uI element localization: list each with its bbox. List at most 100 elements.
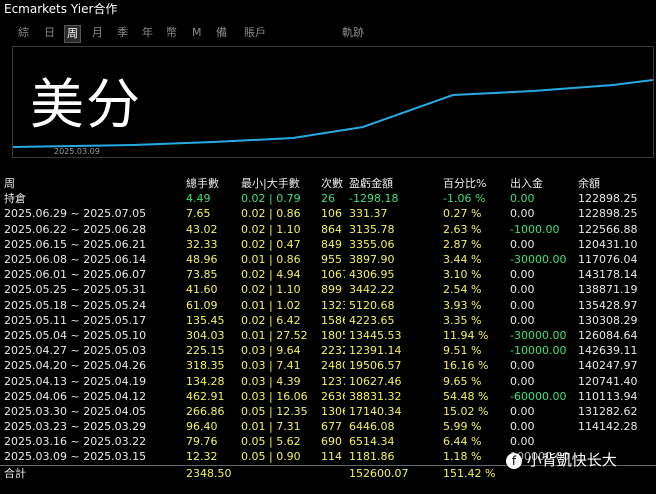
cell-week: 2025.03.30 ~ 2025.04.05: [4, 404, 147, 418]
cell-profit: 10627.46: [349, 374, 402, 388]
cell-total-lots: 4.49: [186, 192, 211, 206]
cell-deposit-withdraw: 0.00: [510, 237, 535, 251]
chart-date-label: 2025.03.09: [54, 147, 100, 156]
cell-min-max-lots: 0.02 | 4.94: [241, 268, 301, 282]
table-row[interactable]: 2025.04.06 ~ 2025.04.12 462.91 0.03 | 16.0…: [0, 389, 656, 404]
cell-week: 2025.05.04 ~ 2025.05.10: [4, 328, 147, 342]
cell-profit: 19506.57: [349, 359, 402, 373]
watermark: f 小背凱快长大: [506, 449, 617, 470]
cell-min-max-lots: 0.03 | 4.39: [241, 374, 301, 388]
cell-min-max-lots: 0.02 | 0.79: [241, 192, 301, 206]
cell-total-lots: 135.45: [186, 313, 225, 327]
tab-day[interactable]: 日: [42, 25, 57, 41]
tab-currency[interactable]: 幣: [164, 25, 179, 41]
col-percent[interactable]: 百分比%: [439, 176, 506, 191]
cell-profit: 3442.22: [349, 283, 395, 297]
cell-min-max-lots: 0.01 | 27.52: [241, 328, 308, 342]
cell-min-max-lots: 0.05 | 5.62: [241, 435, 301, 449]
col-total-lots[interactable]: 總手數: [182, 176, 237, 191]
cell-profit: 4306.95: [349, 268, 395, 282]
table-row[interactable]: 2025.06.22 ~ 2025.06.28 43.02 0.02 | 1.10 8…: [0, 222, 656, 237]
col-week[interactable]: 周: [0, 176, 182, 191]
col-profit[interactable]: 盈虧金額: [345, 176, 439, 191]
col-deposit-withdraw[interactable]: 出入金: [506, 176, 574, 191]
cell-count: 26: [321, 192, 335, 206]
cell-percent: 9.51 %: [443, 344, 482, 358]
cell-profit: 4223.65: [349, 313, 395, 327]
cell-total-lots: 48.96: [186, 253, 218, 267]
cell-deposit-withdraw: 0.00: [510, 420, 535, 434]
cell-percent: 6.44 %: [443, 435, 482, 449]
cell-count: 1237: [321, 374, 345, 388]
cell-min-max-lots: 0.03 | 7.41: [241, 359, 301, 373]
cell-profit: 17140.34: [349, 404, 402, 418]
cell-total-lots: 318.35: [186, 359, 225, 373]
cell-total-lots: 225.15: [186, 344, 225, 358]
tab-overview[interactable]: 綜: [16, 25, 31, 41]
cell-min-max-lots: 0.02 | 0.86: [241, 207, 301, 221]
cell-total-lots: 73.85: [186, 268, 218, 282]
cell-week: 2025.04.20 ~ 2025.04.26: [4, 359, 147, 373]
cell-percent: 151.42 %: [439, 464, 506, 481]
cell-profit: 6446.08: [349, 420, 395, 434]
cell-count: 899: [321, 283, 342, 297]
cell-total-lots: 61.09: [186, 298, 218, 312]
tab-notes[interactable]: 備: [214, 25, 229, 41]
cell-min-max-lots: 0.03 | 16.06: [241, 389, 308, 403]
cell-balance: 135428.97: [578, 298, 638, 312]
cell-total-lots: 134.28: [186, 374, 225, 388]
cell-percent: 0.27 %: [443, 207, 482, 221]
cell-percent: 2.63 %: [443, 222, 482, 236]
cell-week: 2025.06.22 ~ 2025.06.28: [4, 222, 147, 236]
table-row[interactable]: 2025.05.11 ~ 2025.05.17 135.45 0.02 | 6.42…: [0, 313, 656, 328]
table-row[interactable]: 2025.06.01 ~ 2025.06.07 73.85 0.02 | 4.94 1…: [0, 267, 656, 282]
cell-percent: 16.16 %: [443, 359, 489, 373]
cell-profit: 3135.78: [349, 222, 395, 236]
table-row[interactable]: 2025.05.04 ~ 2025.05.10 304.03 0.01 | 27.5…: [0, 328, 656, 343]
col-min-max-lots[interactable]: 最小|大手數: [237, 176, 317, 191]
table-row[interactable]: 2025.06.08 ~ 2025.06.14 48.96 0.01 | 0.86 9…: [0, 252, 656, 267]
table-row[interactable]: 2025.04.13 ~ 2025.04.19 134.28 0.03 | 4.39…: [0, 373, 656, 388]
table-row[interactable]: 2025.06.29 ~ 2025.07.05 7.65 0.02 | 0.86 10…: [0, 206, 656, 221]
tab-week[interactable]: 周: [64, 25, 81, 43]
tab-year[interactable]: 年: [140, 25, 155, 41]
cell-total-lots: 2348.50: [182, 464, 237, 481]
table-row[interactable]: 2025.05.18 ~ 2025.05.24 61.09 0.01 | 1.02 1…: [0, 298, 656, 313]
cell-percent: 11.94 %: [443, 328, 489, 342]
table-row[interactable]: 2025.04.20 ~ 2025.04.26 318.35 0.03 | 7.41…: [0, 358, 656, 373]
table-row[interactable]: 2025.03.23 ~ 2025.03.29 96.40 0.01 | 7.31 6…: [0, 419, 656, 434]
cell-week: 2025.04.13 ~ 2025.04.19: [4, 374, 147, 388]
cell-min-max-lots: 0.02 | 1.10: [241, 222, 301, 236]
table-row[interactable]: 2025.03.16 ~ 2025.03.22 79.76 0.05 | 5.62 6…: [0, 434, 656, 449]
tab-quarter[interactable]: 季: [115, 25, 130, 41]
cell-profit: 38831.32: [349, 389, 402, 403]
cell-count: 2636: [321, 389, 345, 403]
cell-profit: 1181.86: [349, 450, 395, 464]
table-row[interactable]: 2025.03.30 ~ 2025.04.05 266.86 0.05 | 12.3…: [0, 404, 656, 419]
cell-week: 2025.06.01 ~ 2025.06.07: [4, 268, 147, 282]
tab-month[interactable]: 月: [90, 25, 105, 41]
cell-balance: 138871.19: [578, 283, 638, 297]
tab-track[interactable]: 軌跡: [340, 25, 366, 41]
table-row[interactable]: 2025.06.15 ~ 2025.06.21 32.33 0.02 | 0.47 8…: [0, 237, 656, 252]
cell-balance: 110113.94: [578, 389, 638, 403]
cell-balance: 131282.62: [578, 404, 638, 418]
tab-account[interactable]: 賬戶: [242, 25, 268, 41]
col-count[interactable]: 次數: [317, 176, 345, 191]
cell-count: 2480: [321, 359, 345, 373]
table-row[interactable]: 2025.04.27 ~ 2025.05.03 225.15 0.03 | 9.64…: [0, 343, 656, 358]
tab-m[interactable]: M: [190, 25, 204, 41]
cell-percent: 3.93 %: [443, 298, 482, 312]
cell-week: 2025.06.15 ~ 2025.06.21: [4, 237, 147, 251]
cell-balance: 120431.10: [578, 237, 638, 251]
cell-week: 2025.04.27 ~ 2025.05.03: [4, 344, 147, 358]
cell-balance: 120741.40: [578, 374, 638, 388]
cell-week: 2025.06.08 ~ 2025.06.14: [4, 253, 147, 267]
cell-percent: -1.06 %: [443, 192, 486, 206]
cell-balance: 142639.11: [578, 344, 638, 358]
cell-total-lots: 7.65: [186, 207, 211, 221]
table-row[interactable]: 2025.05.25 ~ 2025.05.31 41.60 0.02 | 1.10 8…: [0, 282, 656, 297]
position-row[interactable]: 持倉 4.49 0.02 | 0.79 26 -1298.18 -1.06 % 0.00 12…: [0, 191, 656, 206]
cell-deposit-withdraw: 0.00: [510, 359, 535, 373]
col-balance[interactable]: 余額: [574, 176, 656, 191]
